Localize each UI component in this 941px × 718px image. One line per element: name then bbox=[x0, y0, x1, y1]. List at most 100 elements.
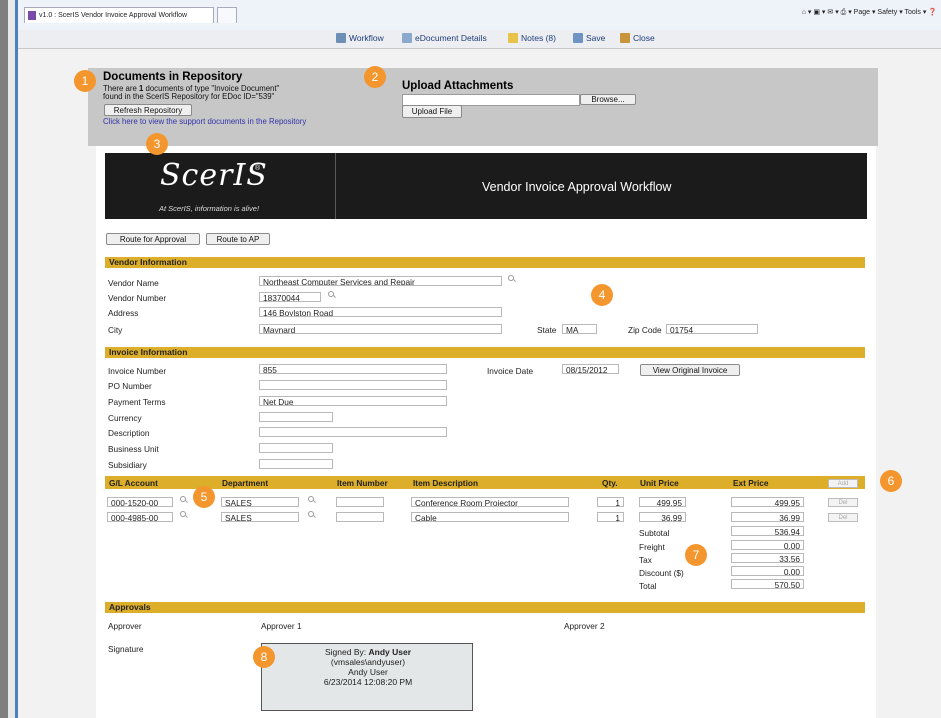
save-label: Save bbox=[586, 33, 606, 43]
business-unit-label: Business Unit bbox=[108, 444, 159, 454]
po-number-field[interactable] bbox=[259, 380, 447, 390]
vendor-number-field[interactable]: 18370044 bbox=[259, 292, 321, 302]
unit-price-field[interactable]: 499.95 bbox=[639, 497, 686, 507]
route-for-approval-button[interactable]: Route for Approval bbox=[106, 233, 200, 245]
view-support-documents-link[interactable]: Click here to view the support documents… bbox=[103, 117, 306, 126]
browse-button[interactable]: Browse... bbox=[580, 94, 636, 105]
view-original-invoice-button[interactable]: View Original Invoice bbox=[640, 364, 740, 376]
notes-label: Notes (8) bbox=[521, 33, 556, 43]
qty-header: Qty. bbox=[602, 478, 618, 488]
ext-price-field: 36.99 bbox=[731, 512, 804, 522]
invoice-date-field[interactable]: 08/15/2012 bbox=[562, 364, 619, 374]
signer-full-name: Andy User bbox=[348, 667, 388, 677]
vendor-number-lookup-icon[interactable] bbox=[328, 291, 336, 299]
delete-line-button[interactable]: Del bbox=[828, 498, 858, 507]
workflow-label: Workflow bbox=[349, 33, 384, 43]
item-description-field[interactable]: Conference Room Projector bbox=[411, 497, 569, 507]
currency-label: Currency bbox=[108, 413, 142, 423]
department-lookup-icon[interactable] bbox=[308, 496, 316, 504]
description-label: Description bbox=[108, 428, 150, 438]
department-header: Department bbox=[222, 478, 269, 488]
signature-timestamp: 6/23/2014 12:08:20 PM bbox=[323, 677, 413, 687]
browser-tab[interactable]: v1.0 : ScerIS Vendor Invoice Approval Wo… bbox=[24, 7, 214, 23]
repository-text: found in the ScerIS Repository for EDoc … bbox=[103, 92, 275, 101]
close-label: Close bbox=[633, 33, 655, 43]
callout-2: 2 bbox=[364, 66, 386, 88]
page-title: Vendor Invoice Approval Workflow bbox=[482, 180, 672, 194]
invoice-information-header: Invoice Information bbox=[105, 347, 865, 358]
subsidiary-field[interactable] bbox=[259, 459, 333, 469]
signed-by-label: Signed By: bbox=[325, 647, 369, 657]
logo-tagline: At ScerIS, information is alive! bbox=[159, 204, 260, 213]
edoc-details-button[interactable]: eDocument Details bbox=[402, 33, 487, 43]
approver-label: Approver bbox=[108, 621, 142, 631]
callout-5: 5 bbox=[193, 486, 215, 508]
callout-8: 8 bbox=[253, 646, 275, 668]
delete-line-button[interactable]: Del bbox=[828, 513, 858, 522]
freight-field[interactable]: 0.00 bbox=[731, 540, 804, 550]
total-field: 570.50 bbox=[731, 579, 804, 589]
approver-1-label: Approver 1 bbox=[261, 621, 302, 631]
unit-price-field[interactable]: 36.99 bbox=[639, 512, 686, 522]
payment-terms-field[interactable]: Net Due bbox=[259, 396, 447, 406]
browser-command-bar[interactable]: ⌂ ▾ ▣ ▾ ✉ ▾ ⎙ ▾ Page ▾ Safety ▾ Tools ▾ … bbox=[802, 8, 937, 17]
department-field[interactable]: SALES bbox=[221, 497, 299, 507]
gl-account-header: G/L Account bbox=[109, 478, 158, 488]
department-lookup-icon[interactable] bbox=[308, 511, 316, 519]
currency-field[interactable] bbox=[259, 412, 333, 422]
address-label: Address bbox=[108, 308, 139, 318]
gl-account-lookup-icon[interactable] bbox=[180, 511, 188, 519]
notes-button[interactable]: Notes (8) bbox=[508, 33, 556, 43]
signature-label: Signature bbox=[108, 644, 144, 654]
new-tab-button[interactable] bbox=[217, 7, 237, 23]
vendor-number-label: Vendor Number bbox=[108, 293, 167, 303]
item-number-field[interactable] bbox=[336, 497, 384, 507]
item-number-field[interactable] bbox=[336, 512, 384, 522]
unit-price-header: Unit Price bbox=[640, 478, 679, 488]
close-icon bbox=[620, 33, 630, 43]
registered-mark: ® bbox=[255, 165, 261, 172]
workflow-button[interactable]: Workflow bbox=[336, 33, 384, 43]
page-icon bbox=[28, 11, 36, 20]
close-button[interactable]: Close bbox=[620, 33, 655, 43]
discount-field[interactable]: 0.00 bbox=[731, 566, 804, 576]
gl-account-field[interactable]: 000-4985-00 bbox=[107, 512, 173, 522]
upload-file-button[interactable]: Upload File bbox=[402, 105, 462, 118]
description-field[interactable] bbox=[259, 427, 447, 437]
business-unit-field[interactable] bbox=[259, 443, 333, 453]
vendor-name-field[interactable]: Northeast Computer Services and Repair bbox=[259, 276, 502, 286]
item-description-header: Item Description bbox=[413, 478, 479, 488]
qty-field[interactable]: 1 bbox=[597, 512, 624, 522]
add-line-button[interactable]: Add bbox=[828, 479, 858, 488]
callout-3: 3 bbox=[146, 133, 168, 155]
item-description-field[interactable]: Cable bbox=[411, 512, 569, 522]
payment-terms-label: Payment Terms bbox=[108, 397, 166, 407]
route-to-ap-button[interactable]: Route to AP bbox=[206, 233, 270, 245]
refresh-repository-button[interactable]: Refresh Repository bbox=[104, 104, 192, 116]
state-label: State bbox=[537, 325, 557, 335]
tax-field[interactable]: 33.56 bbox=[731, 553, 804, 563]
state-field[interactable]: MA bbox=[562, 324, 597, 334]
vendor-information-header: Vendor Information bbox=[105, 257, 865, 268]
vendor-name-label: Vendor Name bbox=[108, 278, 159, 288]
window-left-edge bbox=[0, 0, 8, 718]
save-icon bbox=[573, 33, 583, 43]
address-field[interactable]: 146 Boylston Road bbox=[259, 307, 502, 317]
browser-tab-bar: v1.0 : ScerIS Vendor Invoice Approval Wo… bbox=[18, 0, 941, 31]
sceris-logo: ScerIS bbox=[160, 158, 268, 193]
department-field[interactable]: SALES bbox=[221, 512, 299, 522]
city-field[interactable]: Maynard bbox=[259, 324, 502, 334]
gl-account-field[interactable]: 000-1520-00 bbox=[107, 497, 173, 507]
save-button[interactable]: Save bbox=[573, 33, 605, 43]
vendor-name-lookup-icon[interactable] bbox=[508, 275, 516, 283]
invoice-number-field[interactable]: 855 bbox=[259, 364, 447, 374]
ext-price-field: 499.95 bbox=[731, 497, 804, 507]
form-panel bbox=[96, 146, 876, 718]
gl-account-lookup-icon[interactable] bbox=[180, 496, 188, 504]
callout-6: 6 bbox=[880, 470, 902, 492]
qty-field[interactable]: 1 bbox=[597, 497, 624, 507]
zip-code-field[interactable]: 01754 bbox=[666, 324, 758, 334]
document-icon bbox=[402, 33, 412, 43]
approvals-header: Approvals bbox=[105, 602, 865, 613]
tax-label: Tax bbox=[639, 555, 652, 565]
